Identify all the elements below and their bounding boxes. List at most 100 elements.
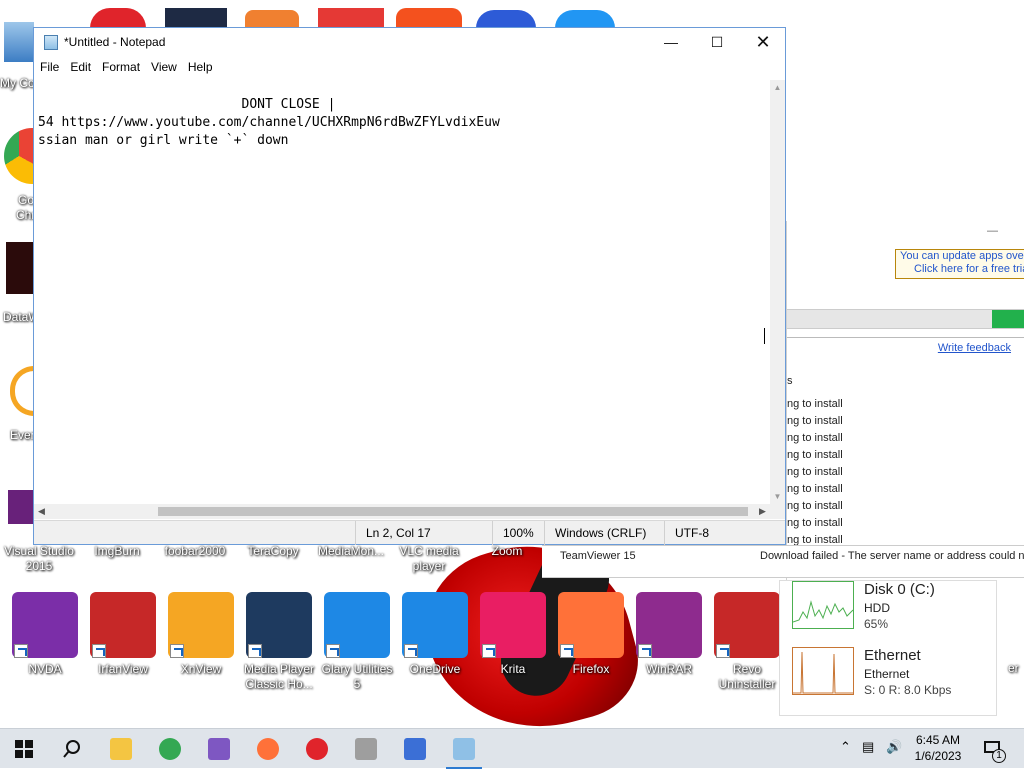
download-row[interactable]: TeamViewer 15 Download failed - The serv… [542,545,1024,578]
network-icon[interactable]: ▤ [862,739,874,755]
disk-title: Disk 0 (C:) [864,581,935,598]
store-window[interactable]: — You can update apps over Click here fo… [786,221,1024,581]
desktop-icon-teracopy[interactable]: TeraCopy [234,544,312,559]
desktop-icon-visual-studio[interactable]: Visual Studio 2015 [0,544,78,574]
shortcut-arrow-icon [482,644,496,658]
visual-studio-icon[interactable] [8,490,34,524]
app-icon [402,592,468,658]
app-icon [480,592,546,658]
menu-view[interactable]: View [145,58,182,74]
icon-label: XnView [180,662,222,676]
taskbar-app-chrome[interactable] [146,729,194,769]
performance-widget[interactable]: Disk 0 (C:) HDD 65% Ethernet Ethernet S:… [779,580,997,716]
promo-line-1: You can update apps over [900,250,1024,262]
desktop-icon-top-1[interactable] [90,8,146,28]
close-button[interactable]: ✕ [740,28,786,58]
desktop-icon-zoom[interactable]: Zoom [468,544,546,559]
menu-file[interactable]: File [34,58,64,74]
desktop-icon-2[interactable]: XnView [162,592,240,677]
taskbar-app-file-explorer[interactable] [97,729,145,769]
perf-item-ethernet[interactable]: Ethernet Ethernet S: 0 R: 8.0 Kbps [792,647,992,697]
desktop-icon-label-partial: er [1008,661,1019,675]
chrome-icon[interactable] [4,128,34,184]
ethernet-value: S: 0 R: 8.0 Kbps [864,683,952,697]
desktop-icon-my-computer[interactable] [0,18,34,68]
notepad-window[interactable]: *Untitled - Notepad — ☐ ✕ File Edit Format… [33,27,786,545]
desktop-icon-7[interactable]: Firefox [552,592,630,677]
desktop-icon-9[interactable]: Revo Uninstaller [708,592,786,692]
everything-icon[interactable] [10,366,34,416]
scroll-right-icon[interactable]: ▶ [755,504,770,519]
volume-icon[interactable]: 🔊 [886,739,902,755]
menu-format[interactable]: Format [96,58,145,74]
search-button[interactable] [48,729,96,769]
menu-help[interactable]: Help [182,58,218,74]
promo-banner[interactable]: You can update apps over Click here for … [895,249,1024,279]
icon-label: Firefox [572,662,610,676]
taskbar-app-app-generic[interactable] [342,729,390,769]
shortcut-arrow-icon [170,644,184,658]
desktop-icon-top-3[interactable] [245,10,299,28]
taskbar-app-notepad[interactable] [440,729,488,769]
scroll-down-icon[interactable]: ▼ [770,489,785,504]
disk-graph-line [792,600,854,623]
taskbar-app-opera[interactable] [293,729,341,769]
desktop-icon-mediamonkey[interactable]: MediaMon... [312,544,390,559]
vertical-scrollbar[interactable]: ▲ ▼ [770,80,785,504]
desktop-icon-vlc[interactable]: VLC media player [390,544,468,574]
desktop-icon-4[interactable]: Glary Utilities 5 [318,592,396,692]
text-editor[interactable]: DONT CLOSE | 54 https://www.youtube.com/… [34,80,770,504]
download-name: TeamViewer 15 [560,550,636,562]
desktop-icon-6[interactable]: Krita [474,592,552,677]
notification-badge: 1 [992,749,1006,763]
chevron-up-icon[interactable]: ⌃ [840,739,851,755]
write-feedback-link[interactable]: Write feedback [938,342,1011,354]
maximize-button[interactable]: ☐ [694,28,740,58]
shortcut-arrow-icon [560,644,574,658]
perf-item-disk[interactable]: Disk 0 (C:) HDD 65% [792,581,992,631]
title-bar[interactable]: *Untitled - Notepad — ☐ ✕ [34,28,785,58]
visual-studio-icon [208,738,230,760]
desktop-icon-5[interactable]: OneDrive [396,592,474,677]
icon-label: Krita [500,662,526,676]
status-item: ng to install [787,398,843,410]
icon-label: TeraCopy [247,544,299,558]
desktop-icon-1[interactable]: IrfanView [84,592,162,677]
desktop-icon-top-4[interactable] [318,8,384,28]
desktop-icon-8[interactable]: WinRAR [630,592,708,677]
taskbar-app-app-blue[interactable] [391,729,439,769]
windows-icon [15,740,33,758]
scroll-up-icon[interactable]: ▲ [770,80,785,95]
desktop-icon-foobar2000[interactable]: foobar2000 [156,544,234,559]
taskbar-app-firefox[interactable] [244,729,292,769]
scroll-thumb[interactable] [158,507,748,516]
minimize-button[interactable]: — [648,28,694,58]
menu-edit[interactable]: Edit [64,58,96,74]
desktop-icon-top-6[interactable] [476,10,536,28]
desktop-icon-0[interactable]: NVDA [6,592,84,677]
horizontal-scrollbar[interactable]: ◀ ▶ [34,504,770,519]
start-button[interactable] [0,729,48,769]
icon-label: Glary Utilities [321,662,393,676]
zoom-level: 100% [492,521,544,545]
datawrapper-icon[interactable] [6,242,34,294]
clock[interactable]: 6:45 AM 1/6/2023 [906,732,970,764]
notification-center-button[interactable]: 1 [978,737,1006,763]
app-icon [714,592,780,658]
status-list: ng to install ng to install ng to instal… [787,396,843,549]
ethernet-graph-line [793,651,853,694]
desktop-icon-top-2[interactable] [165,8,227,28]
minimize-button[interactable]: — [987,225,998,237]
chrome-icon [159,738,181,760]
desktop-icon-top-7[interactable] [555,10,615,28]
icon-label-2: 5 [353,677,361,691]
taskbar-app-visual-studio[interactable] [195,729,243,769]
window-title: *Untitled - Notepad [64,35,166,49]
scroll-corner [770,504,785,519]
desktop-icon-top-5[interactable] [396,8,462,28]
app-icon [558,592,624,658]
desktop-icon-3[interactable]: Media Player Classic Ho... [240,592,318,692]
desktop-icon-imgburn[interactable]: ImgBurn [78,544,156,559]
app-icon [636,592,702,658]
scroll-left-icon[interactable]: ◀ [34,504,49,519]
